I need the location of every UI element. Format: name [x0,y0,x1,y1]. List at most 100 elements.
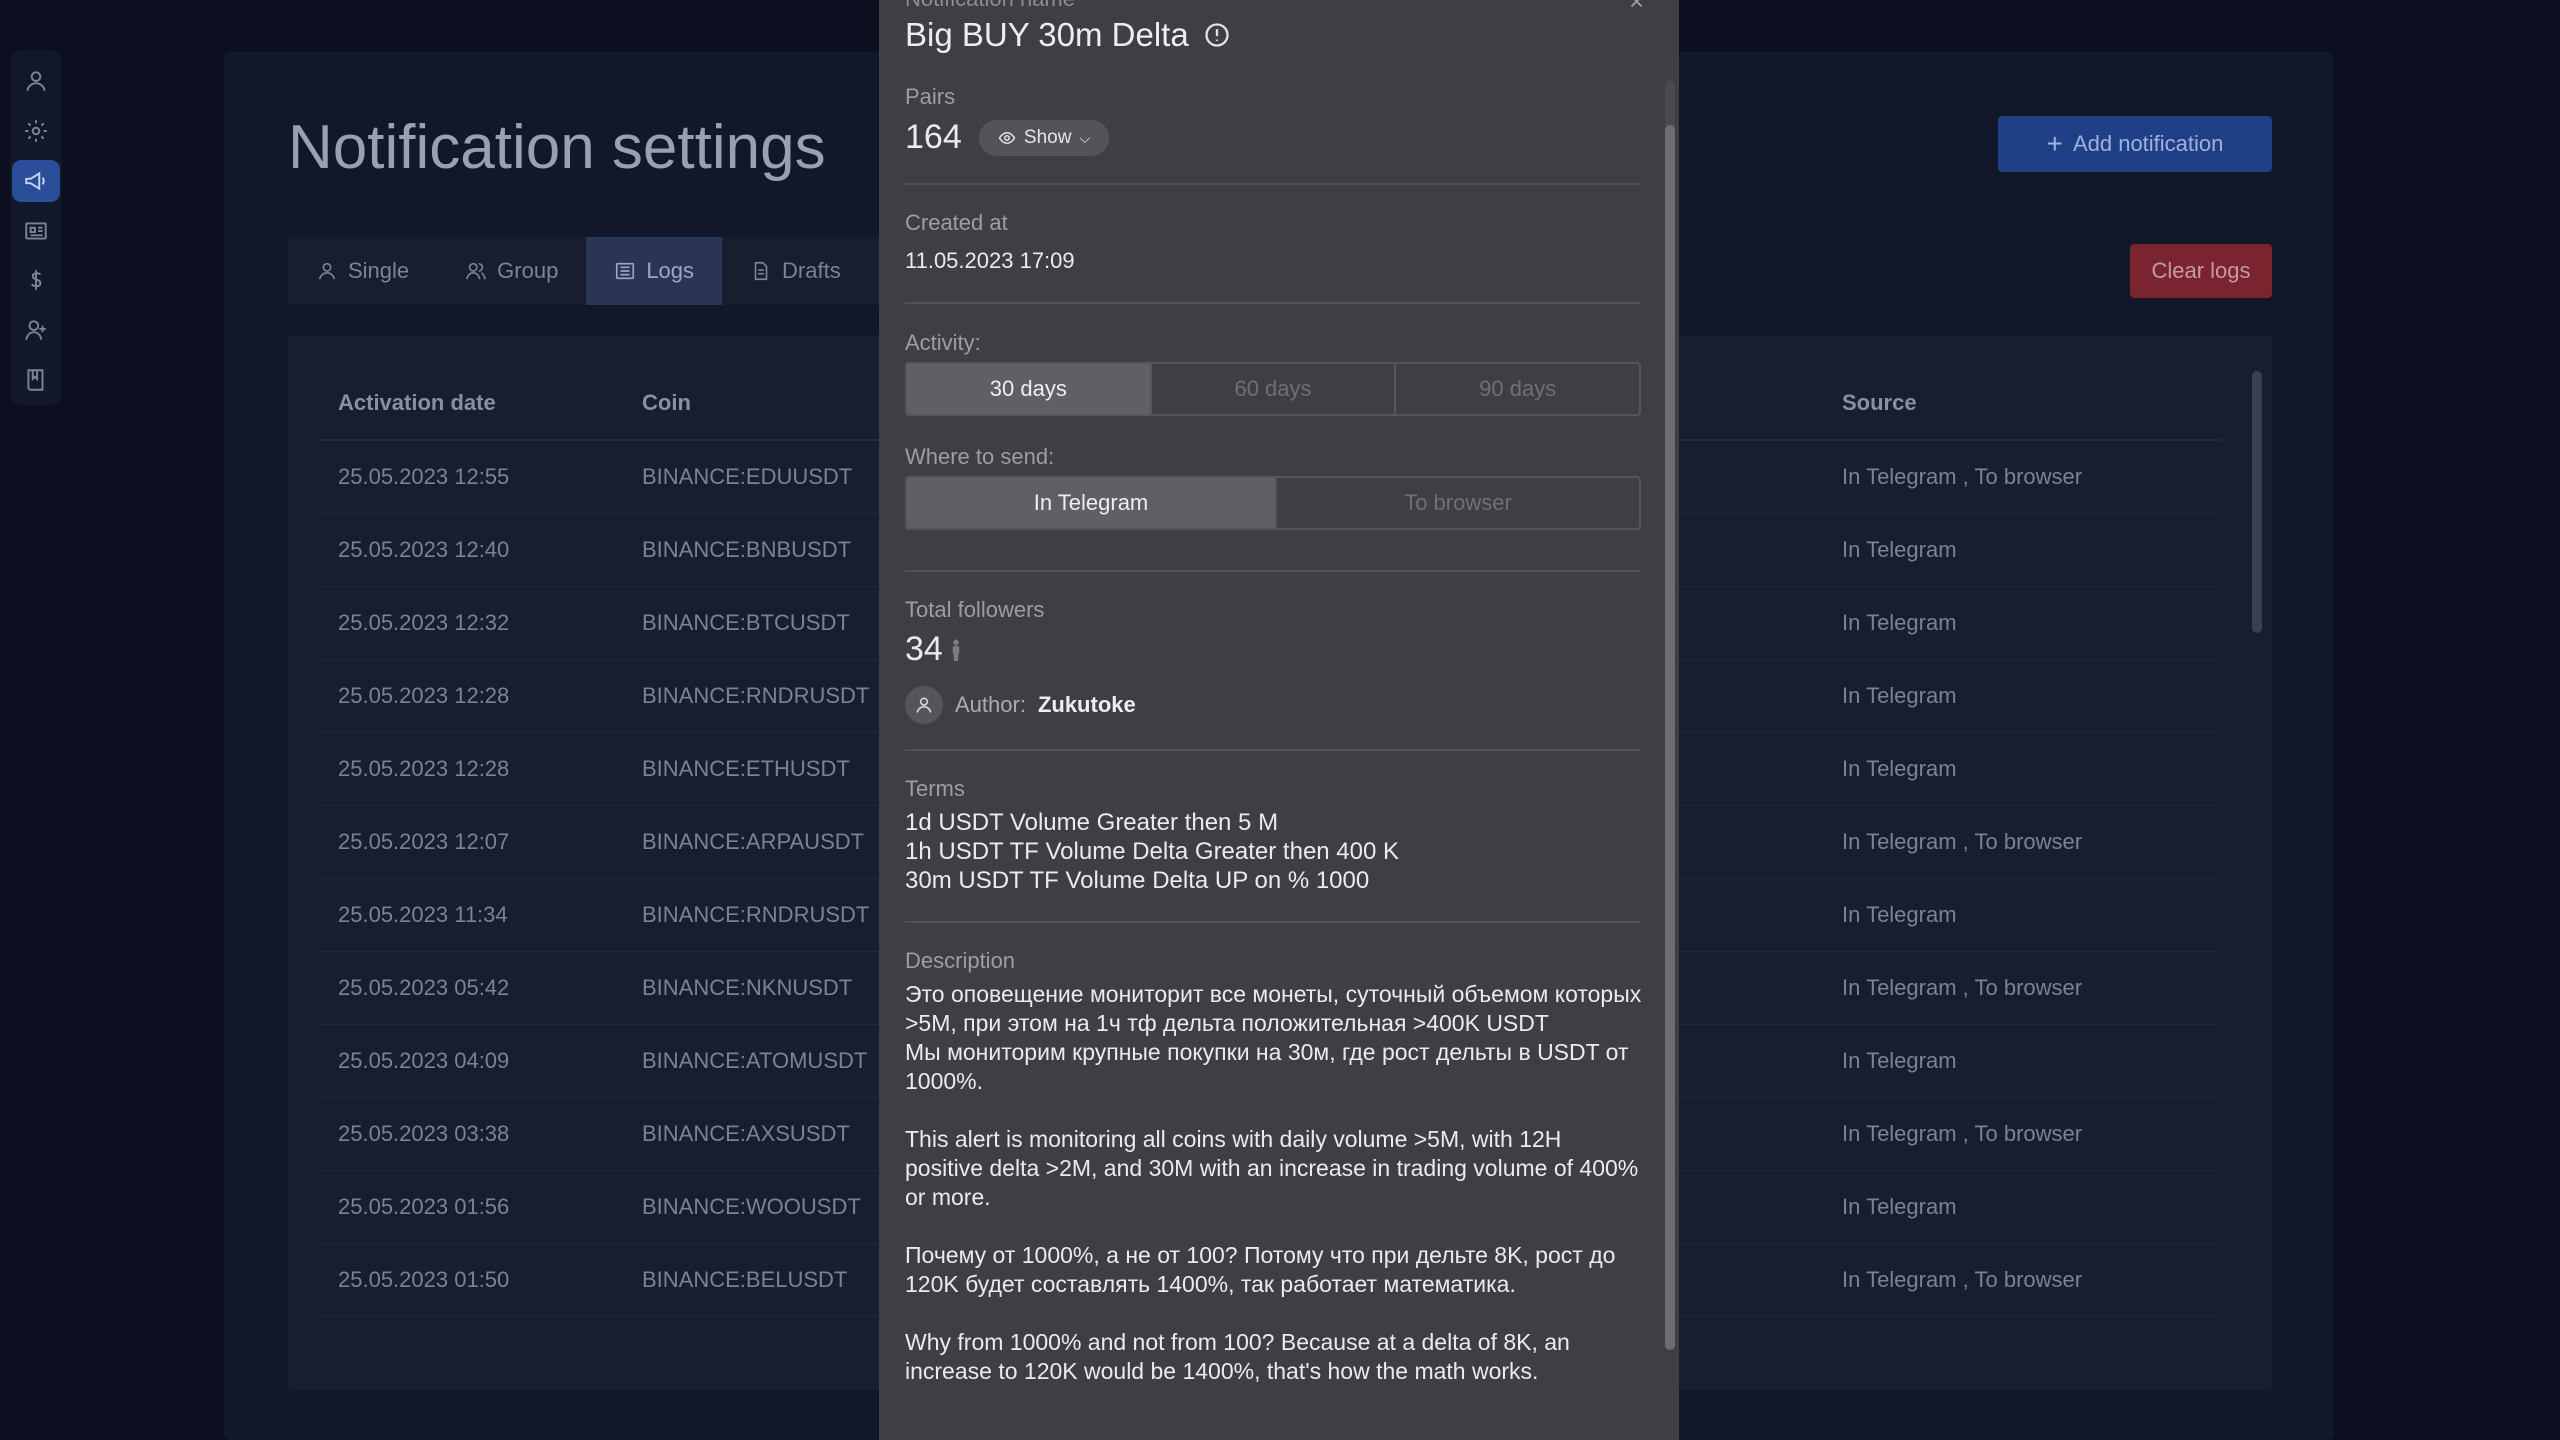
description-paragraph: Why from 1000% and not from 100? Because… [905,1329,1570,1384]
row-date: 25.05.2023 01:56 [320,1170,642,1244]
author-name[interactable]: Zukutoke [1038,692,1136,718]
tab-single[interactable]: Single [288,237,437,305]
gear-icon [25,119,47,142]
modal-title: Big BUY 30m Delta [905,16,1231,54]
tab-label: Single [348,258,410,283]
divider [905,183,1641,185]
followers-count: 34 [905,630,963,669]
header-activation-date[interactable]: Activation date [320,367,642,441]
show-pairs-button[interactable]: Show ⌵ [979,120,1109,156]
info-icon[interactable] [1203,21,1231,49]
clear-logs-button[interactable]: Clear logs [2130,244,2272,298]
dollar-icon [30,270,42,291]
followers-value: 34 [905,630,943,668]
chevron-down-icon: ⌵ [1079,129,1091,146]
created-label: Created at [905,210,1008,235]
header-source[interactable]: Source [1842,367,2220,441]
term-item: 30m USDT TF Volume Delta UP on % 1000 [905,867,1370,894]
user-plus-icon [25,320,46,341]
author: Author: Zukutoke [905,686,1136,724]
row-date: 25.05.2023 04:09 [320,1024,642,1098]
row-source: In Telegram [1842,878,2220,952]
tab-label: Logs [646,258,695,283]
modal-scrollbar[interactable] [1665,125,1675,1350]
row-source: In Telegram , To browser [1842,1097,2220,1171]
row-source: In Telegram [1842,1024,2220,1098]
author-label: Author: [955,692,1026,717]
term-item: 1h USDT TF Volume Delta Greater then 400… [905,838,1400,865]
created-value: 11.05.2023 17:09 [905,248,1075,273]
send-browser[interactable]: To browser [1277,478,1639,528]
divider [905,302,1641,304]
tab-group[interactable]: Group [437,237,586,305]
term-item: 1d USDT Volume Greater then 5 M [905,809,1279,836]
sidebar-item-docs[interactable] [12,359,60,401]
row-source: In Telegram [1842,513,2220,587]
divider [905,921,1641,923]
person-icon [952,639,960,661]
row-source: In Telegram [1842,586,2220,660]
megaphone-icon [25,171,45,190]
close-icon[interactable]: × [1629,0,1644,17]
file-icon [754,261,768,281]
sidebar-item-news[interactable] [12,210,60,252]
activity-selector: 30 days 60 days 90 days [905,362,1641,416]
notification-detail-modal: Notification name × Big BUY 30m Delta Pa… [879,0,1679,1440]
users-icon [466,262,487,280]
tab-logs[interactable]: Logs [586,237,723,305]
add-notification-button[interactable]: + Add notification [1998,116,2272,172]
send-selector: In Telegram To browser [905,476,1641,530]
page-title: Notification settings [288,113,826,182]
sidebar [10,50,62,405]
activity-60-days[interactable]: 60 days [1152,364,1397,414]
terms-list: 1d USDT Volume Greater then 5 M 1h USDT … [905,808,1399,895]
sidebar-item-referrals[interactable] [12,309,60,351]
sidebar-item-settings[interactable] [12,110,60,152]
send-telegram[interactable]: In Telegram [907,478,1277,528]
eye-icon [998,131,1016,145]
notification-name-label: Notification name [905,0,1075,12]
row-source: In Telegram , To browser [1842,1243,2220,1317]
row-date: 25.05.2023 12:07 [320,805,642,879]
row-source: In Telegram [1842,732,2220,806]
plus-icon: + [2046,128,2063,159]
row-source: In Telegram , To browser [1842,951,2220,1025]
sidebar-item-notifications[interactable] [12,159,60,202]
user-icon [916,697,932,713]
book-icon [27,369,44,391]
row-source: In Telegram [1842,659,2220,733]
description-label: Description [905,948,1016,973]
notification-title: Big BUY 30m Delta [905,16,1189,53]
pairs-value: 164 [905,118,962,156]
tab-drafts[interactable]: Drafts [722,237,869,305]
tabs: Single Group Logs Drafts [288,237,888,305]
table-scrollbar[interactable] [2252,371,2262,633]
row-date: 25.05.2023 12:40 [320,513,642,587]
row-date: 25.05.2023 12:28 [320,732,642,806]
avatar [905,686,943,724]
row-date: 25.05.2023 01:50 [320,1243,642,1317]
row-date: 25.05.2023 03:38 [320,1097,642,1171]
activity-90-days[interactable]: 90 days [1396,364,1639,414]
description-paragraph: This alert is monitoring all coins with … [905,1126,1639,1210]
row-source: In Telegram [1842,1170,2220,1244]
activity-label: Activity: [905,330,981,355]
description-paragraph: Это оповещение мониторит все монеты, сут… [905,981,1642,1094]
newspaper-icon [25,221,47,240]
sidebar-item-profile[interactable] [12,60,60,102]
user-icon [318,262,336,280]
divider [905,749,1641,751]
sidebar-item-billing[interactable] [12,259,60,301]
row-date: 25.05.2023 12:32 [320,586,642,660]
send-label: Where to send: [905,444,1055,469]
activity-30-days[interactable]: 30 days [907,364,1152,414]
list-icon [616,262,635,280]
tab-label: Drafts [782,258,841,283]
add-notification-label: Add notification [2072,131,2224,156]
row-date: 25.05.2023 05:42 [320,951,642,1025]
row-source: In Telegram , To browser [1842,805,2220,879]
row-source: In Telegram , To browser [1842,440,2220,514]
description-text: Это оповещение мониторит все монеты, сут… [905,980,1645,1415]
terms-label: Terms [905,776,965,801]
followers-label: Total followers [905,597,1045,622]
